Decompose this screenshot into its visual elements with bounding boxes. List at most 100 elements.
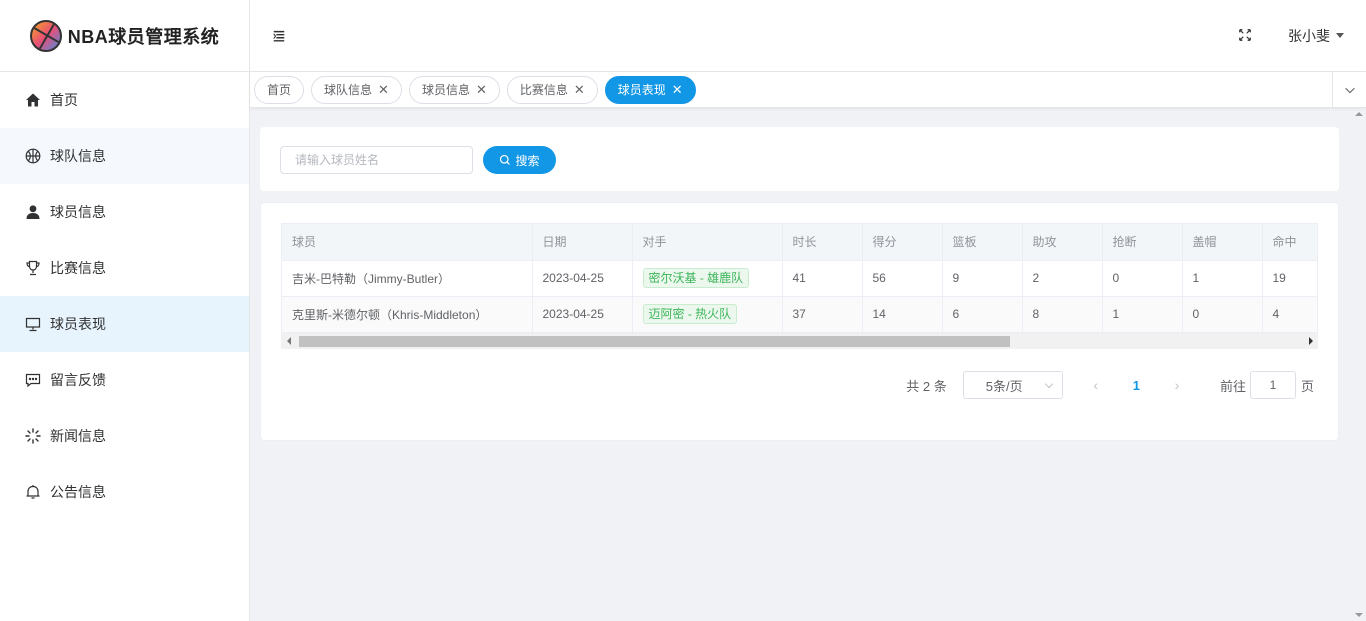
player-name-search-input[interactable] (280, 146, 473, 174)
sidebar-item-label: 球员表现 (50, 316, 106, 332)
table-cell: 克里斯-米德尔顿（Khris-Middleton） (282, 296, 533, 333)
sidebar-item-label: 留言反馈 (50, 372, 106, 388)
menu-toggle-icon[interactable] (272, 28, 288, 44)
scroll-left-arrow-icon[interactable] (287, 337, 291, 345)
header: 张小斐 (250, 0, 1366, 72)
table-cell: 2023-04-25 (532, 260, 633, 297)
goto-page-input[interactable] (1249, 371, 1296, 399)
chevron-down-icon (1044, 379, 1053, 389)
table-row[interactable]: 吉米-巴特勒（Jimmy-Butler） 2023-04-25 密尔沃基 - 雄… (282, 260, 1317, 297)
sidebar-item-label: 公告信息 (50, 484, 106, 500)
scroll-right-arrow-icon[interactable] (1309, 337, 1313, 345)
table-row[interactable]: 克里斯-米德尔顿（Khris-Middleton） 2023-04-25 迈阿密… (282, 296, 1317, 333)
page-size-value: 5条/页 (985, 378, 1023, 394)
scrollbar-thumb[interactable] (299, 336, 1010, 347)
table-cell: 2 (1022, 260, 1103, 297)
sidebar-item-player-performance[interactable]: 球员表现 (0, 296, 249, 352)
user-name[interactable]: 张小斐 (1288, 26, 1330, 46)
table-cell: 41 (782, 260, 863, 297)
column-header[interactable]: 球员 (282, 224, 533, 261)
search-panel: 搜索 (260, 127, 1339, 191)
close-icon[interactable]: ✕ (476, 82, 487, 98)
trophy-icon (24, 259, 42, 277)
tab-players[interactable]: 球员信息 ✕ (408, 75, 500, 104)
page-suffix-label: 页 (1300, 378, 1314, 394)
sidebar-item-matches[interactable]: 比赛信息 (0, 240, 249, 296)
page-size-select[interactable]: 5条/页 (962, 371, 1063, 399)
tags-bar: 首页 球队信息 ✕ 球员信息 ✕ 比赛信息 ✕ 球员表现 ✕ (250, 72, 1366, 108)
page-scroll-up-arrow-icon[interactable] (1355, 112, 1363, 116)
table-cell: 19 (1262, 260, 1317, 297)
close-icon[interactable]: ✕ (378, 82, 389, 98)
sidebar-item-notices[interactable]: 公告信息 (0, 464, 249, 520)
table-cell: 14 (862, 296, 943, 333)
basketball-logo-icon (29, 19, 62, 52)
sidebar-item-label: 新闻信息 (50, 428, 106, 444)
table-cell: 4 (1262, 296, 1317, 333)
table-cell: 吉米-巴特勒（Jimmy-Butler） (282, 260, 533, 297)
goto-label: 前往 (1219, 378, 1246, 394)
sidebar-item-label: 球员信息 (50, 204, 106, 220)
tab-label: 球队信息 (324, 83, 373, 97)
sidebar-item-home[interactable]: 首页 (0, 72, 249, 128)
fullscreen-icon[interactable] (1238, 28, 1254, 44)
column-header[interactable]: 时长 (782, 224, 863, 261)
column-header[interactable]: 命中 (1262, 224, 1317, 261)
search-icon (500, 154, 511, 165)
table-cell: 0 (1182, 296, 1263, 333)
column-header[interactable]: 助攻 (1022, 224, 1103, 261)
loading-icon (24, 427, 42, 445)
tab-label: 比赛信息 (519, 83, 568, 97)
sidebar-item-teams[interactable]: 球队信息 (0, 128, 249, 184)
tags-dropdown-chevron-down-icon[interactable] (1332, 72, 1366, 108)
table-cell: 9 (942, 260, 1023, 297)
column-header[interactable]: 日期 (532, 224, 633, 261)
tab-label: 球员信息 (421, 83, 470, 97)
logo: NBA球员管理系统 (0, 0, 249, 72)
search-button[interactable]: 搜索 (483, 146, 556, 174)
table-cell: 8 (1022, 296, 1103, 333)
close-icon[interactable]: ✕ (672, 82, 683, 98)
page-scroll-down-arrow-icon[interactable] (1355, 613, 1363, 617)
pagination-total: 共 2 条 (906, 378, 947, 394)
close-icon[interactable]: ✕ (574, 82, 585, 98)
pagination: 共 2 条 5条/页 ‹ 1 › 前往 页 (906, 371, 1314, 399)
tab-label: 球员表现 (617, 83, 666, 97)
table-cell: 密尔沃基 - 雄鹿队 (632, 260, 783, 297)
table-cell: 56 (862, 260, 943, 297)
bell-icon (24, 483, 42, 501)
sidebar-item-label: 首页 (50, 92, 78, 108)
opponent-tag: 密尔沃基 - 雄鹿队 (642, 268, 750, 288)
prev-page-chevron-left-icon[interactable]: ‹ (1089, 377, 1103, 393)
table-cell: 6 (942, 296, 1023, 333)
tab-matches[interactable]: 比赛信息 ✕ (506, 75, 598, 104)
caret-down-icon[interactable] (1336, 33, 1344, 38)
home-icon (24, 91, 42, 109)
chat-icon (24, 371, 42, 389)
table-cell: 迈阿密 - 热火队 (632, 296, 783, 333)
user-icon (24, 203, 42, 221)
pagination-page-current[interactable]: 1 (1133, 378, 1140, 393)
table-wrapper: 球员 日期 对手 时长 得分 篮板 助攻 抢断 盖帽 命中 吉米-巴特勒（Jim… (281, 223, 1318, 349)
search-button-label: 搜索 (515, 153, 540, 168)
next-page-chevron-right-icon[interactable]: › (1170, 377, 1184, 393)
sidebar: NBA球员管理系统 首页 球队信息 球员信息 比赛信息 球员表现 留言反馈 新闻… (0, 0, 250, 621)
table-horizontal-scrollbar[interactable] (281, 333, 1318, 349)
basketball-icon (24, 147, 42, 165)
tab-home[interactable]: 首页 (254, 75, 305, 104)
sidebar-item-feedback[interactable]: 留言反馈 (0, 352, 249, 408)
performance-table-panel: 球员 日期 对手 时长 得分 篮板 助攻 抢断 盖帽 命中 吉米-巴特勒（Jim… (260, 202, 1339, 441)
column-header[interactable]: 盖帽 (1182, 224, 1263, 261)
column-header[interactable]: 得分 (862, 224, 943, 261)
table-cell: 1 (1102, 296, 1183, 333)
sidebar-item-players[interactable]: 球员信息 (0, 184, 249, 240)
column-header[interactable]: 抢断 (1102, 224, 1183, 261)
app-title: NBA球员管理系统 (67, 26, 220, 47)
column-header[interactable]: 对手 (632, 224, 783, 261)
tab-teams[interactable]: 球队信息 ✕ (311, 75, 402, 104)
sidebar-item-news[interactable]: 新闻信息 (0, 408, 249, 464)
sidebar-menu: 首页 球队信息 球员信息 比赛信息 球员表现 留言反馈 新闻信息 公告信息 (0, 72, 249, 520)
tab-player-performance[interactable]: 球员表现 ✕ (604, 75, 696, 104)
column-header[interactable]: 篮板 (942, 224, 1023, 261)
sidebar-item-label: 比赛信息 (50, 260, 106, 276)
